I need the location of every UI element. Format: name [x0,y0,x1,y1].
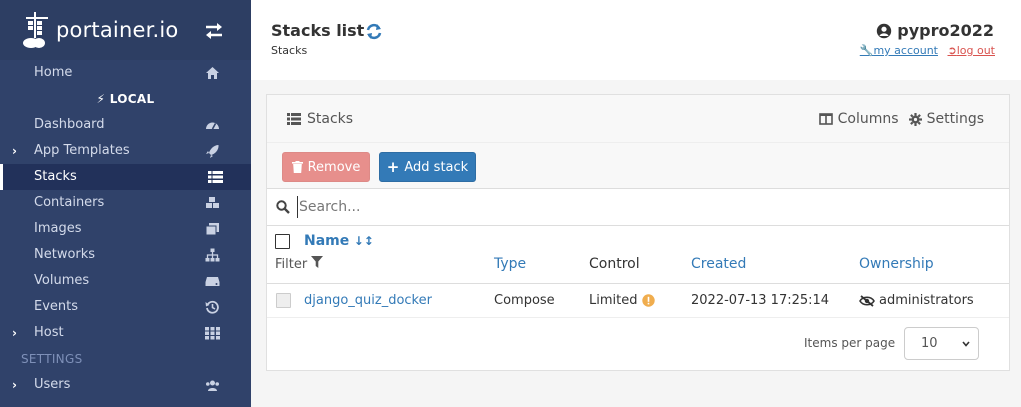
wrench-icon: 🔧 [859,44,874,57]
refresh-icon[interactable] [365,23,383,40]
logo-text: portainer.io [56,18,179,42]
sidebar-item-stacks[interactable]: Stacks [0,164,251,190]
created-column-header[interactable]: Created [691,256,746,272]
user-links: 🔧my account ➲log out [860,44,995,57]
name-column-header[interactable]: Name ↓↕ [304,233,374,249]
filter-icon [311,256,324,268]
page-header: Stacks list Stacks pypro2022 🔧my account… [251,0,1021,80]
plus-icon: + [386,158,400,176]
gear-icon [908,112,922,126]
select-all-checkbox[interactable] [275,234,290,249]
eye-slash-icon [859,294,875,307]
chevron-down-icon [962,341,970,347]
chevron-right-icon: › [12,144,17,158]
stack-name-link[interactable]: django_quiz_docker [304,293,432,308]
sidebar-item-images[interactable]: Images [0,216,251,242]
portainer-logo[interactable]: portainer.io [22,10,178,50]
sidebar-item-label: Dashboard [34,117,105,132]
sidebar-item-label: App Templates [34,143,130,158]
search-icon [276,200,290,214]
sidebar-item-dashboard[interactable]: Dashboard [0,112,251,138]
widget-title: Stacks [287,111,353,127]
th-list-icon [287,113,301,125]
trash-icon [291,161,303,173]
sidebar-item-host[interactable]: › Host [0,320,251,346]
plug-icon: ⚡ [96,92,106,106]
breadcrumb: Stacks [271,44,308,57]
table-header: Name ↓↕ Filter Type Control Created Owne… [267,226,1009,284]
sidebar: portainer.io Home ⚡ LOCAL Dashboard › App … [0,0,251,407]
user-info: pypro2022 [876,21,994,40]
sidebar-item-label: Containers [34,195,105,210]
rocket-icon [206,145,219,158]
settings-heading: SETTINGS [21,352,83,366]
stack-ownership: administrators [859,293,974,308]
warning-icon [642,294,656,307]
control-column-header: Control [589,256,640,272]
columns-button[interactable]: Columns [818,111,899,127]
sign-out-icon: ➲ [947,44,957,57]
chevron-right-icon: › [12,378,17,392]
my-account-link[interactable]: 🔧my account [860,44,938,57]
sidebar-item-label: Home [34,65,73,80]
remove-button[interactable]: Remove [282,152,370,182]
ownership-column-header[interactable]: Ownership [859,256,934,272]
sidebar-item-label: Networks [34,247,96,262]
sort-alpha-down-icon: ↓↕ [353,234,374,248]
search-input[interactable] [297,196,977,218]
portainer-crane-icon [23,12,48,48]
sidebar-nav-list: Dashboard › App Templates Stacks Containers I… [0,112,251,346]
sidebar-item-label: Users [34,377,71,392]
settings-button[interactable]: Settings [908,111,984,127]
log-out-link[interactable]: ➲log out [948,44,996,57]
history-icon [205,300,219,314]
user-circle-icon [877,23,892,38]
page-title: Stacks list [271,21,365,40]
stack-created: 2022-07-13 17:25:14 [691,293,830,308]
tachometer-icon [206,122,219,130]
sidebar-item-label: Stacks [34,169,77,184]
sidebar-item-label: Events [34,299,79,314]
sidebar-item-containers[interactable]: Containers [0,190,251,216]
stack-control: Limited [589,293,656,308]
table-footer: Items per page 10 [267,320,1009,370]
sidebar-item-app-templates[interactable]: › App Templates [0,138,251,164]
action-bar: Remove + Add stack [267,143,1009,189]
table-row: django_quiz_docker Compose Limited 2022-… [267,284,1009,318]
sidebar-item-volumes[interactable]: Volumes [0,268,251,294]
items-per-page-label: Items per page [804,336,896,350]
username: pypro2022 [897,21,994,40]
sidebar-item-users[interactable]: › Users [0,372,251,398]
columns-icon [818,113,833,125]
sidebar-item-home[interactable]: Home [0,60,251,86]
clone-icon [205,223,219,236]
widget-header: Stacks Columns Settings [267,95,1009,143]
sidebar-item-events[interactable]: Events [0,294,251,320]
filter-header[interactable]: Filter [275,256,324,272]
users-icon [206,380,219,391]
cubes-icon [206,197,219,208]
add-stack-button[interactable]: + Add stack [379,152,476,182]
type-column-header[interactable]: Type [494,256,526,272]
sidebar-item-label: Volumes [34,273,90,288]
row-checkbox[interactable] [276,293,291,308]
sidebar-item-networks[interactable]: Networks [0,242,251,268]
sidebar-item-label: Host [34,325,64,340]
hdd-icon [205,277,220,286]
th-icon [205,327,220,340]
th-list-icon [208,171,223,183]
sidebar-item-label: Images [34,221,82,236]
home-icon [206,67,219,79]
items-per-page-select[interactable]: 10 [904,327,979,360]
stacks-widget: Stacks Columns Settings Remove + Add sta… [266,94,1010,371]
sitemap-icon [205,248,220,262]
widget-tools: Columns Settings [818,111,984,127]
endpoint-label: ⚡ LOCAL [96,92,155,106]
stack-type: Compose [494,293,555,308]
exchange-icon[interactable] [204,22,224,40]
chevron-right-icon: › [12,326,17,340]
sidebar-brand: portainer.io [0,0,251,60]
search-bar [267,189,1009,226]
